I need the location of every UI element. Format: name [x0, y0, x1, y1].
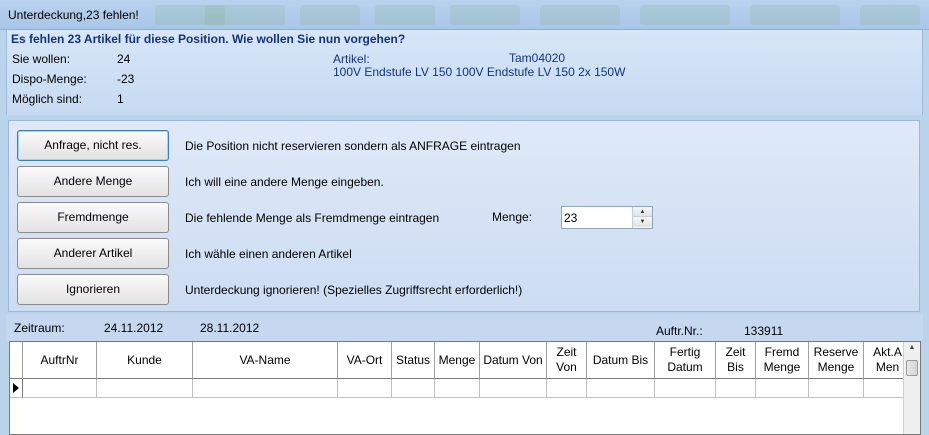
- sie-wollen-label: Sie wollen:: [12, 52, 71, 66]
- anderer-artikel-button[interactable]: Anderer Artikel: [17, 238, 169, 269]
- zeitraum-bar: Zeitraum: 24.11.2012 28.11.2012 Auftr.Nr…: [6, 314, 923, 341]
- grid-cell[interactable]: [547, 379, 587, 398]
- grid-cell[interactable]: [193, 379, 338, 398]
- fremdmenge-button[interactable]: Fremdmenge: [17, 202, 169, 233]
- artikel-label: Artikel:: [333, 52, 370, 66]
- options-panel: Anfrage, nicht res. Die Position nicht r…: [8, 120, 920, 312]
- grid-cell[interactable]: [338, 379, 392, 398]
- scrollbar-thumb[interactable]: [906, 360, 918, 376]
- grid-cell[interactable]: [97, 379, 193, 398]
- grid-cell[interactable]: [480, 379, 547, 398]
- current-row-indicator[interactable]: [10, 379, 23, 398]
- column-header-va-ort[interactable]: VA-Ort: [338, 342, 392, 379]
- auftrag-nr-value: 133911: [744, 324, 784, 338]
- background-toolbar-ghost: [860, 5, 920, 25]
- moeglich-label: Möglich sind:: [12, 92, 83, 106]
- grid-cell[interactable]: [864, 379, 905, 398]
- info-panel: Es fehlen 23 Artikel für diese Position.…: [6, 30, 923, 115]
- chevron-up-icon[interactable]: ▲: [904, 344, 920, 356]
- menge-spin-buttons[interactable]: ▲ ▼: [632, 207, 652, 228]
- background-toolbar-ghost: [450, 5, 520, 25]
- zeitraum-from: 24.11.2012: [104, 321, 164, 335]
- anfrage-description: Die Position nicht reservieren sondern a…: [185, 139, 521, 153]
- grid-cell[interactable]: [435, 379, 480, 398]
- column-header-menge[interactable]: Menge: [435, 342, 480, 379]
- grid-cell[interactable]: [23, 379, 97, 398]
- zeitraum-to: 28.11.2012: [200, 321, 260, 335]
- dispo-menge-label: Dispo-Menge:: [12, 72, 87, 86]
- background-toolbar-ghost: [300, 5, 360, 25]
- grid-cell[interactable]: [756, 379, 809, 398]
- window-title: Unterdeckung,23 fehlen!: [8, 8, 139, 22]
- column-header-auftrnr[interactable]: AuftrNr: [23, 342, 97, 379]
- grid-cell[interactable]: [716, 379, 756, 398]
- menge-label: Menge:: [492, 210, 533, 224]
- spin-down-icon[interactable]: ▼: [633, 217, 652, 227]
- column-header-reserve-menge[interactable]: Reserve Menge: [809, 342, 864, 379]
- row-header-corner: [10, 342, 23, 379]
- artikel-number: Tam04020: [509, 51, 566, 65]
- column-header-fertig-datum[interactable]: Fertig Datum: [655, 342, 716, 379]
- current-row-arrow-icon: [13, 383, 19, 393]
- menge-stepper[interactable]: ▲ ▼: [561, 206, 653, 229]
- column-header-zeit-von[interactable]: Zeit Von: [547, 342, 587, 379]
- ignorieren-description: Unterdeckung ignorieren! (Spezielles Zug…: [185, 283, 523, 297]
- background-toolbar-ghost: [750, 5, 840, 25]
- anfrage-button[interactable]: Anfrage, nicht res.: [17, 130, 169, 161]
- grid-cell[interactable]: [587, 379, 655, 398]
- zeitraum-label: Zeitraum:: [14, 321, 65, 335]
- background-toolbar-ghost: [205, 5, 285, 25]
- ignorieren-button[interactable]: Ignorieren: [17, 274, 169, 305]
- andere-menge-button[interactable]: Andere Menge: [17, 166, 169, 197]
- artikel-description: 100V Endstufe LV 150 100V Endstufe LV 15…: [333, 65, 626, 79]
- column-header-fremd-menge[interactable]: Fremd Menge: [756, 342, 809, 379]
- sie-wollen-value: 24: [117, 52, 131, 66]
- column-header-akt-menge[interactable]: Akt.A Men: [864, 342, 905, 379]
- grid-cell[interactable]: [392, 379, 435, 398]
- dispo-menge-value: -23: [117, 72, 135, 86]
- andere-menge-description: Ich will eine andere Menge eingeben.: [185, 175, 384, 189]
- auftrag-nr-label: Auftr.Nr.:: [656, 324, 703, 338]
- background-toolbar-ghost: [540, 5, 620, 25]
- window-titlebar: Unterdeckung,23 fehlen!: [0, 0, 929, 30]
- menge-input[interactable]: [562, 207, 632, 228]
- column-header-status[interactable]: Status: [392, 342, 435, 379]
- page-title: Es fehlen 23 Artikel für diese Position.…: [11, 32, 406, 46]
- grid-cell[interactable]: [655, 379, 716, 398]
- fremdmenge-description: Die fehlende Menge als Fremdmenge eintra…: [185, 211, 440, 225]
- background-toolbar-ghost: [375, 5, 435, 25]
- background-toolbar-ghost: [640, 5, 730, 25]
- grid-cell[interactable]: [809, 379, 864, 398]
- moeglich-value: 1: [117, 92, 124, 106]
- anderer-artikel-description: Ich wähle einen anderen Artikel: [185, 247, 352, 261]
- availability-grid[interactable]: AuftrNr Kunde VA-Name VA-Ort Status Meng…: [9, 341, 921, 435]
- column-header-datum-von[interactable]: Datum Von: [480, 342, 547, 379]
- spin-up-icon[interactable]: ▲: [633, 207, 652, 217]
- column-header-va-name[interactable]: VA-Name: [193, 342, 338, 379]
- column-header-datum-bis[interactable]: Datum Bis: [587, 342, 655, 379]
- column-header-kunde[interactable]: Kunde: [97, 342, 193, 379]
- grid-vertical-scrollbar[interactable]: ▲: [903, 342, 920, 434]
- column-header-zeit-bis[interactable]: Zeit Bis: [716, 342, 756, 379]
